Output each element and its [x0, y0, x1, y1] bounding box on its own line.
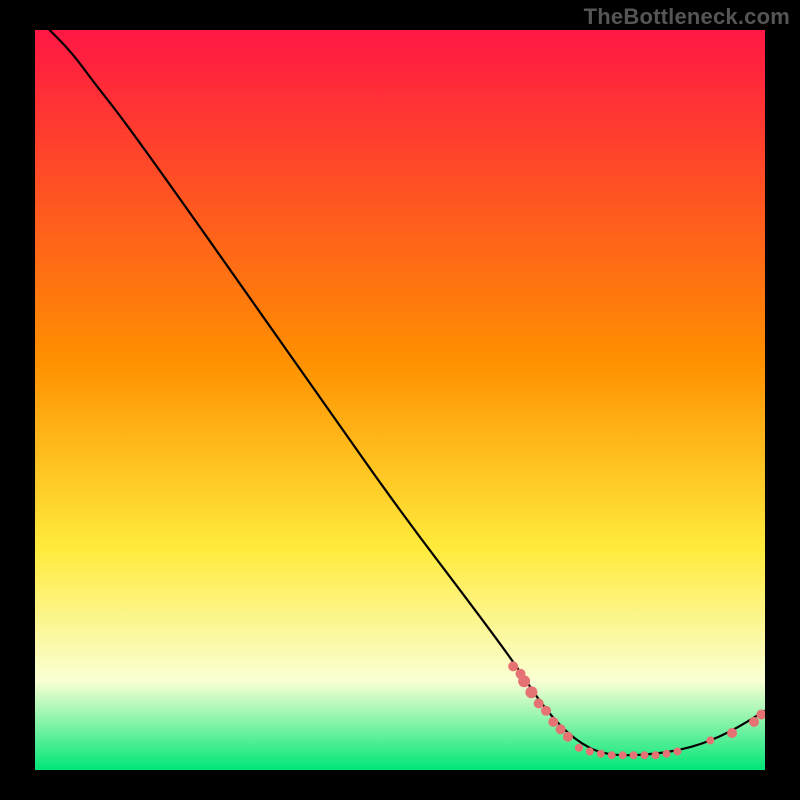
data-dot: [508, 661, 518, 671]
data-dot: [586, 748, 594, 756]
chart-frame: TheBottleneck.com: [0, 0, 800, 800]
data-dot: [608, 751, 616, 759]
data-dot: [541, 706, 551, 716]
data-dot: [652, 751, 660, 759]
gradient-bg: [35, 30, 765, 770]
data-dot: [597, 750, 605, 758]
watermark-text: TheBottleneck.com: [584, 4, 790, 30]
data-dot: [641, 751, 649, 759]
data-dot: [673, 748, 681, 756]
data-dot: [619, 751, 627, 759]
data-dot: [727, 728, 737, 738]
data-dot: [534, 698, 544, 708]
data-dot: [556, 724, 566, 734]
data-dot: [749, 717, 759, 727]
data-dot: [630, 751, 638, 759]
data-dot: [548, 717, 558, 727]
data-dot: [706, 736, 714, 744]
data-dot: [518, 675, 530, 687]
data-dot: [563, 732, 573, 742]
plot-area: [35, 30, 765, 770]
data-dot: [525, 686, 537, 698]
data-dot: [575, 744, 583, 752]
chart-svg: [35, 30, 765, 770]
data-dot: [663, 750, 671, 758]
